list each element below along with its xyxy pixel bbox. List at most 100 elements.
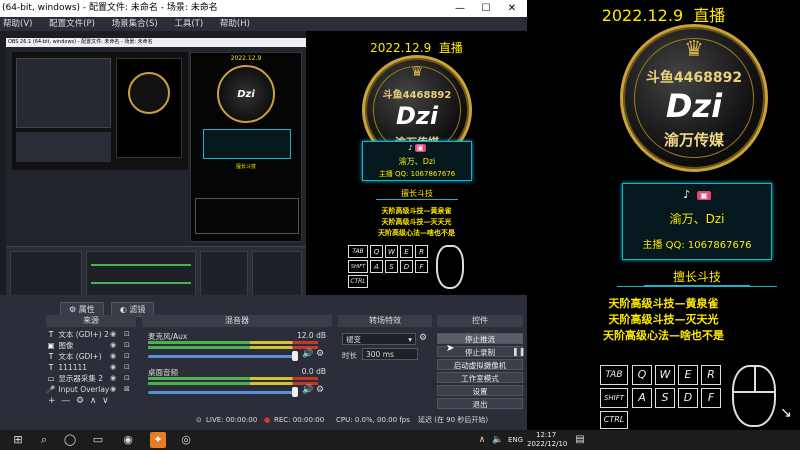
exit-button[interactable]: 退出 [437, 398, 523, 409]
overlay-medal: ♛ 斗鱼4468892 Dzi 渝万传媒 [620, 24, 768, 172]
chevron-down-icon: ▾ [408, 335, 412, 344]
gear-icon[interactable]: ⚙ [316, 349, 324, 359]
key-a: A [632, 388, 652, 408]
move-up-button[interactable]: ∧ [90, 396, 97, 406]
preview-overlay: 2022.12.9 直播 ♛ 斗鱼4468892 Dzi 渝万传媒 ♪ ▣ 渝万… [306, 31, 527, 295]
menu-tools[interactable]: 工具(T) [174, 19, 203, 29]
duration-input[interactable]: 300 ms [362, 348, 418, 360]
crown-icon: ♛ [410, 64, 424, 80]
browser-icon[interactable]: ◉ [120, 432, 136, 448]
menu-profile[interactable]: 配置文件(P) [49, 19, 95, 29]
maximize-button[interactable]: ☐ [473, 0, 499, 17]
volume-slider-handle[interactable] [292, 387, 298, 397]
eye-icon: ◉ [110, 330, 117, 338]
key-shift: SHIFT [600, 388, 628, 408]
screen: (64-bit, windows) - 配置文件: 未命名 - 场景: 未命名 … [0, 0, 800, 450]
settings-button[interactable]: 设置 [437, 385, 523, 396]
nested-overlay: 2022.12.9 Dzi 擅长斗技 [190, 52, 302, 242]
overlay-info-box: ♪ ▣ 渝万、Dzi 主播 QQ: 1067867676 [622, 183, 772, 260]
speaker-icon[interactable]: 🔈 [490, 432, 506, 448]
source-item[interactable]: T 文本 (GDI+) 2 ◉ ⊡ [46, 329, 134, 340]
source-item[interactable]: ▣ 图像 ◉ ⊡ [46, 340, 134, 351]
search-icon[interactable]: ⌕ [36, 432, 52, 448]
move-down-button[interactable]: ∨ [102, 396, 109, 406]
nested-title-bar: OBS 26.1 (64-bit, windows) - 配置文件: 未命名 -… [6, 38, 306, 47]
obs-icon[interactable]: ◎ [178, 432, 194, 448]
source-item[interactable]: T 111111 ◉ ⊡ [46, 362, 134, 373]
unlock-icon: ⊡ [124, 374, 130, 382]
start-virtual-camera-button[interactable]: 启动虚拟摄像机 [437, 359, 523, 370]
eye-icon: ◉ [110, 363, 117, 371]
source-toolbar: + — ⚙ ∧ ∨ [48, 396, 109, 406]
cpu-fps: CPU: 0.0%, 00.00 fps [336, 416, 410, 424]
bilibili-icon: ▣ [697, 191, 711, 200]
notification-icon[interactable]: ▤ [572, 432, 588, 448]
nested-preview [12, 52, 188, 170]
menu-help[interactable]: 帮助(H) [220, 19, 250, 29]
volume-meter [148, 341, 318, 344]
lock-icon: ⊠ [124, 385, 130, 393]
window-title: (64-bit, windows) - 配置文件: 未命名 - 场景: 未命名 [2, 3, 218, 13]
tiktok-icon: ♪ [683, 188, 691, 201]
minimize-button[interactable]: — [447, 0, 473, 17]
volume-slider[interactable] [148, 391, 298, 394]
studio-mode-button[interactable]: 工作室模式 [437, 372, 523, 383]
key-f: F [701, 388, 721, 408]
source-item[interactable]: 🎤 Input Overlay ◉ ⊠ [46, 384, 134, 395]
unlock-icon: ⊡ [124, 330, 130, 338]
menu-bar: 帮助(V) 配置文件(P) 场景集合(S) 工具(T) 帮助(H) [0, 17, 527, 31]
eye-icon: ◉ [110, 352, 117, 360]
gear-icon[interactable]: ⚙ [316, 385, 324, 395]
clock-date[interactable]: 2022/12/10 [527, 440, 567, 448]
close-button[interactable]: ✕ [499, 0, 525, 17]
volume-slider-handle[interactable] [292, 351, 298, 361]
windows-start-icon[interactable]: ⊞ [10, 432, 26, 448]
source-item[interactable]: T 文本 (GDI+) ◉ ⊡ [46, 351, 134, 362]
unlock-icon: ⊡ [124, 352, 130, 360]
bilibili-icon: ▣ [415, 144, 426, 152]
chevron-up-icon[interactable]: ∧ [474, 432, 490, 448]
transition-header: 转场特效 [338, 315, 432, 327]
nested-date: 2022.12.9 [230, 55, 262, 62]
menu-scene-collection[interactable]: 场景集合(S) [112, 19, 158, 29]
live-timer: LIVE: 00:00:00 [206, 416, 258, 424]
controls-header: 控件 [437, 315, 523, 327]
nested-obs-capture: OBS 26.1 (64-bit, windows) - 配置文件: 未命名 -… [6, 38, 306, 295]
text-icon: T [48, 352, 54, 361]
filter-icon: ◐ [119, 305, 127, 314]
volume-meter [148, 346, 318, 349]
crown-icon: ♛ [684, 37, 704, 62]
language-indicator[interactable]: ENG [508, 436, 523, 444]
task-view-icon[interactable]: ◯ [62, 432, 78, 448]
file-explorer-icon[interactable]: ▭ [90, 432, 106, 448]
preview-info-box: ♪ ▣ 渝万、Dzi 主播 QQ: 1067867676 [362, 141, 472, 181]
dock-area: ⚙ 属性 ◐ 滤镜 来源 混音器 转场特效 控件 T 文本 (GDI+) 2 ◉ ⊡… [0, 295, 527, 410]
pause-icon[interactable]: ❚❚ [512, 347, 525, 356]
key-w: W [655, 365, 675, 385]
duration-label: 时长 [342, 351, 357, 360]
clock-time[interactable]: 12:17 [536, 431, 556, 439]
sources-header: 来源 [46, 315, 136, 327]
speaker-icon[interactable]: 🔊 [302, 385, 313, 395]
taskbar: ⊞ ⌕ ◯ ▭ ◉ ✦ ◎ ∧ 🔈 ENG 12:17 2022/12/10 ▤ [0, 430, 800, 450]
transition-settings-icon[interactable]: ⚙ [419, 333, 427, 343]
add-source-button[interactable]: + [48, 396, 56, 406]
transition-select[interactable]: 褪变 ▾ [342, 333, 416, 345]
volume-slider[interactable] [148, 355, 298, 358]
source-item[interactable]: ▭ 显示器采集 2 ◉ ⊡ [46, 373, 134, 384]
mixer-channel-mic: 麦克风/Aux 12.0 dB 🔊 ⚙ [142, 331, 332, 365]
key-d: D [678, 388, 698, 408]
preview-skills-title: 擅长斗技 [376, 188, 458, 200]
key-s: S [655, 388, 675, 408]
monitor-icon: ▭ [47, 374, 55, 383]
skill-line: 天阶高级斗技—黄泉雀 [608, 297, 719, 310]
speaker-icon[interactable]: 🔊 [302, 349, 313, 359]
eye-icon: ◉ [110, 341, 117, 349]
obs-window: (64-bit, windows) - 配置文件: 未命名 - 场景: 未命名 … [0, 0, 527, 430]
menu-view[interactable]: 帮助(V) [3, 19, 32, 29]
text-icon: T [48, 330, 54, 339]
app-icon[interactable]: ✦ [150, 432, 166, 448]
remove-source-button[interactable]: — [61, 396, 70, 406]
live-icon: ⊙ [196, 416, 202, 424]
source-settings-button[interactable]: ⚙ [76, 396, 84, 406]
